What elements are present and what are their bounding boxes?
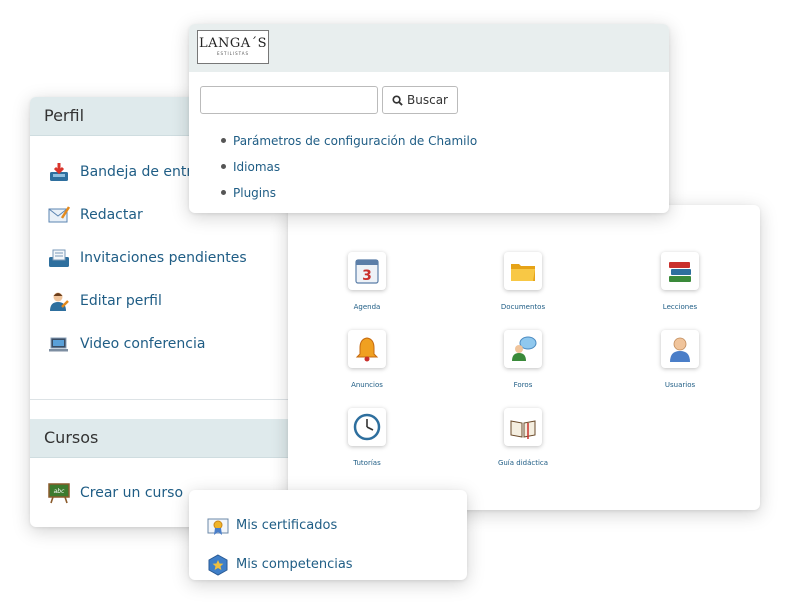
tool-agenda[interactable]: 3 Agenda bbox=[312, 252, 422, 311]
bell-icon bbox=[355, 337, 379, 362]
tool-icon-box bbox=[504, 330, 542, 368]
divider bbox=[30, 399, 288, 400]
open-book-icon bbox=[510, 420, 536, 439]
folder-icon bbox=[511, 264, 535, 281]
cursos-title: Cursos bbox=[30, 419, 288, 458]
search-button[interactable]: Buscar bbox=[382, 86, 458, 114]
menu-item-edit-profile[interactable]: Editar perfil bbox=[30, 279, 288, 322]
menu-item-label: Video conferencia bbox=[80, 335, 206, 352]
svg-text:abc: abc bbox=[54, 488, 65, 495]
video-conference-icon bbox=[49, 337, 68, 351]
compose-mail-icon bbox=[48, 205, 70, 222]
certificate-icon bbox=[207, 518, 229, 535]
tool-label: Usuarios bbox=[664, 381, 696, 389]
tool-icon-box bbox=[348, 330, 386, 368]
admin-panel: LANGA´S ESTILISTAS Buscar Parámetros de … bbox=[189, 24, 669, 213]
calendar-icon: 3 bbox=[355, 259, 379, 284]
blackboard-icon: abc bbox=[48, 482, 70, 503]
books-icon bbox=[669, 262, 691, 282]
menu-item-label: Invitaciones pendientes bbox=[80, 249, 247, 266]
logo[interactable]: LANGA´S ESTILISTAS bbox=[197, 30, 269, 64]
tool-label: Guía didáctica bbox=[497, 459, 549, 467]
tool-label: Anuncios bbox=[351, 381, 383, 389]
skills-badge-icon bbox=[208, 553, 228, 576]
bullet-icon bbox=[221, 164, 226, 169]
clock-icon bbox=[353, 413, 381, 441]
admin-link-label: Plugins bbox=[233, 186, 276, 200]
tool-icon-box bbox=[348, 408, 386, 446]
tool-icon-box bbox=[504, 408, 542, 446]
admin-links: Parámetros de configuración de Chamilo I… bbox=[221, 132, 477, 210]
logo-name: LANGA´S bbox=[198, 36, 268, 51]
tool-label: Lecciones bbox=[662, 303, 698, 311]
tool-label: Foros bbox=[513, 381, 533, 389]
menu-item-label: Mis competencias bbox=[236, 557, 353, 572]
invitations-icon bbox=[49, 249, 69, 267]
tool-icon-box bbox=[504, 252, 542, 290]
menu-item-label: Mis certificados bbox=[236, 518, 338, 533]
search-button-label: Buscar bbox=[407, 93, 448, 107]
bullet-icon bbox=[221, 190, 226, 195]
tool-anuncios[interactable]: Anuncios bbox=[312, 330, 422, 389]
tool-usuarios[interactable]: Usuarios bbox=[625, 330, 735, 389]
search-form: Buscar bbox=[200, 86, 458, 114]
course-tools-panel: 3 Agenda Documentos Lecciones Anuncios F… bbox=[288, 205, 760, 510]
skills-menu: Mis certificados Mis competencias bbox=[189, 490, 467, 580]
logo-tagline: ESTILISTAS bbox=[216, 51, 250, 56]
menu-item-label: Redactar bbox=[80, 206, 143, 223]
menu-item-label: Crear un curso bbox=[80, 484, 184, 501]
admin-link-languages[interactable]: Idiomas bbox=[221, 158, 477, 184]
tool-icon-box: 3 bbox=[348, 252, 386, 290]
tool-guia-didactica[interactable]: Guía didáctica bbox=[468, 408, 578, 467]
menu-item-label: Editar perfil bbox=[80, 292, 162, 309]
tool-icon-box bbox=[661, 252, 699, 290]
search-input[interactable] bbox=[200, 86, 378, 114]
svg-text:3: 3 bbox=[362, 268, 372, 284]
tool-tutorias[interactable]: Tutorías bbox=[312, 408, 422, 467]
menu-item-skills[interactable]: Mis competencias bbox=[189, 545, 467, 580]
admin-link-config[interactable]: Parámetros de configuración de Chamilo bbox=[221, 132, 477, 158]
skills-panel: Mis certificados Mis competencias bbox=[189, 490, 467, 580]
tool-lecciones[interactable]: Lecciones bbox=[625, 252, 735, 311]
edit-profile-icon bbox=[50, 292, 69, 311]
forum-icon bbox=[512, 336, 537, 361]
tool-label: Tutorías bbox=[353, 459, 381, 467]
bullet-icon bbox=[221, 138, 226, 143]
tool-icon-box bbox=[661, 330, 699, 368]
tool-foros[interactable]: Foros bbox=[468, 330, 578, 389]
user-icon bbox=[670, 337, 690, 362]
admin-link-label: Parámetros de configuración de Chamilo bbox=[233, 134, 478, 148]
menu-item-certificates[interactable]: Mis certificados bbox=[189, 506, 467, 545]
admin-link-label: Idiomas bbox=[233, 160, 281, 174]
tool-documentos[interactable]: Documentos bbox=[468, 252, 578, 311]
tool-label: Agenda bbox=[353, 303, 381, 311]
search-icon bbox=[392, 94, 403, 106]
menu-item-invitations[interactable]: Invitaciones pendientes bbox=[30, 236, 288, 279]
tool-label: Documentos bbox=[500, 303, 546, 311]
admin-header: LANGA´S ESTILISTAS bbox=[189, 24, 669, 72]
inbox-icon bbox=[50, 162, 68, 181]
admin-link-plugins[interactable]: Plugins bbox=[221, 184, 477, 210]
menu-item-video-conference[interactable]: Video conferencia bbox=[30, 322, 288, 365]
